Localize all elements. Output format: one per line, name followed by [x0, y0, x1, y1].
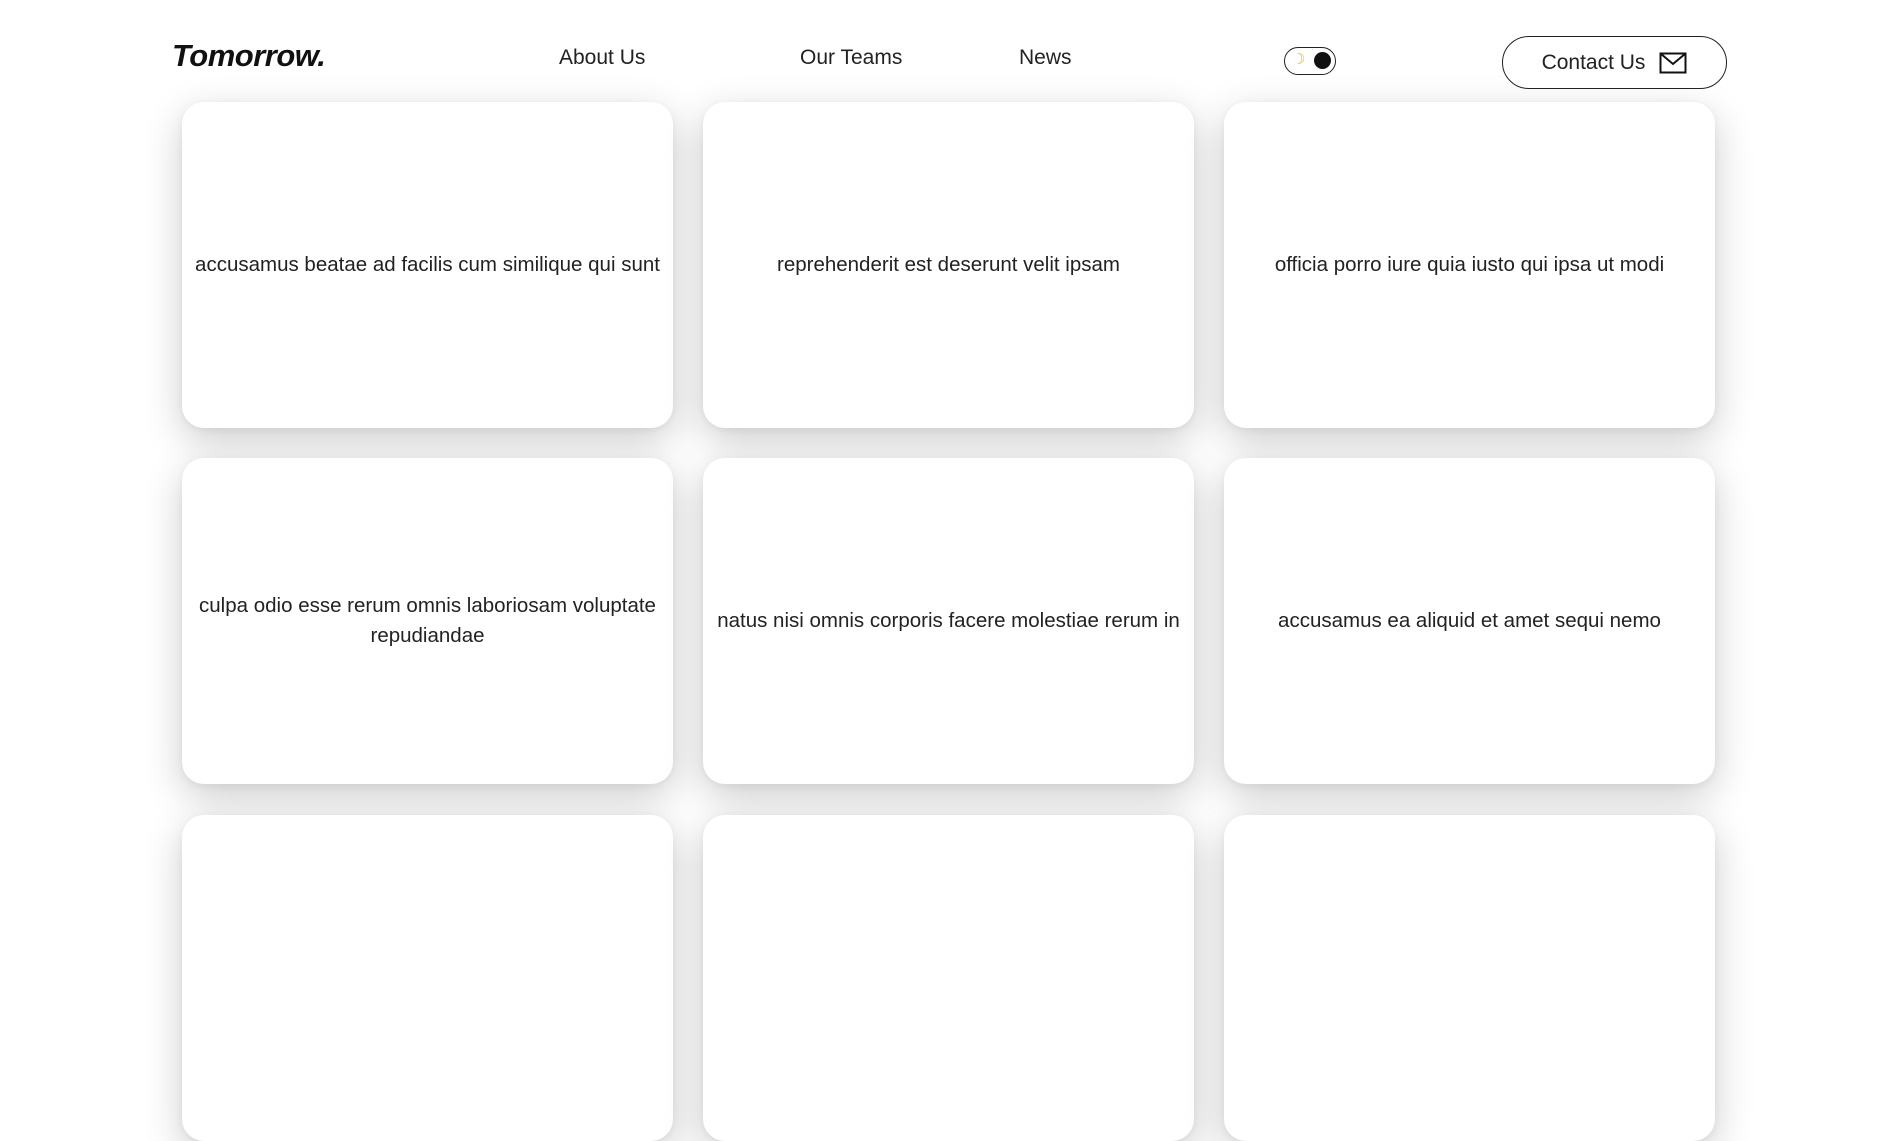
card[interactable]: reprehenderit est deserunt velit ipsam [703, 102, 1194, 428]
site-header: Tomorrow. About Us Our Teams News ☽ Cont… [0, 0, 1896, 100]
card-text: culpa odio esse rerum omnis laboriosam v… [199, 594, 656, 647]
card-text: accusamus ea aliquid et amet sequi nemo [1278, 609, 1661, 633]
card[interactable]: officia porro iure quia iusto qui ipsa u… [1224, 102, 1715, 428]
nav-link-news[interactable]: News [1019, 47, 1072, 68]
nav-link-about-us[interactable]: About Us [559, 47, 645, 68]
mail-icon [1659, 52, 1687, 74]
logo[interactable]: Tomorrow. [172, 40, 326, 71]
toggle-knob [1314, 52, 1331, 69]
card[interactable] [703, 815, 1194, 1141]
card[interactable]: accusamus beatae ad facilis cum similiqu… [182, 102, 673, 428]
card[interactable]: accusamus ea aliquid et amet sequi nemo [1224, 458, 1715, 784]
contact-us-label: Contact Us [1541, 51, 1646, 74]
card[interactable] [182, 815, 673, 1141]
nav-link-our-teams[interactable]: Our Teams [800, 47, 902, 68]
card-text: officia porro iure quia iusto qui ipsa u… [1274, 253, 1665, 277]
card-text: natus nisi omnis corporis facere molesti… [717, 609, 1180, 633]
card[interactable]: natus nisi omnis corporis facere molesti… [703, 458, 1194, 784]
theme-toggle[interactable]: ☽ [1284, 47, 1336, 75]
card-text: accusamus beatae ad facilis cum similiqu… [195, 253, 660, 277]
card-text: reprehenderit est deserunt velit ipsam [777, 253, 1120, 277]
moon-icon: ☽ [1292, 51, 1306, 68]
card[interactable]: culpa odio esse rerum omnis laboriosam v… [182, 458, 673, 784]
card[interactable] [1224, 815, 1715, 1141]
contact-us-button[interactable]: Contact Us [1502, 36, 1727, 89]
